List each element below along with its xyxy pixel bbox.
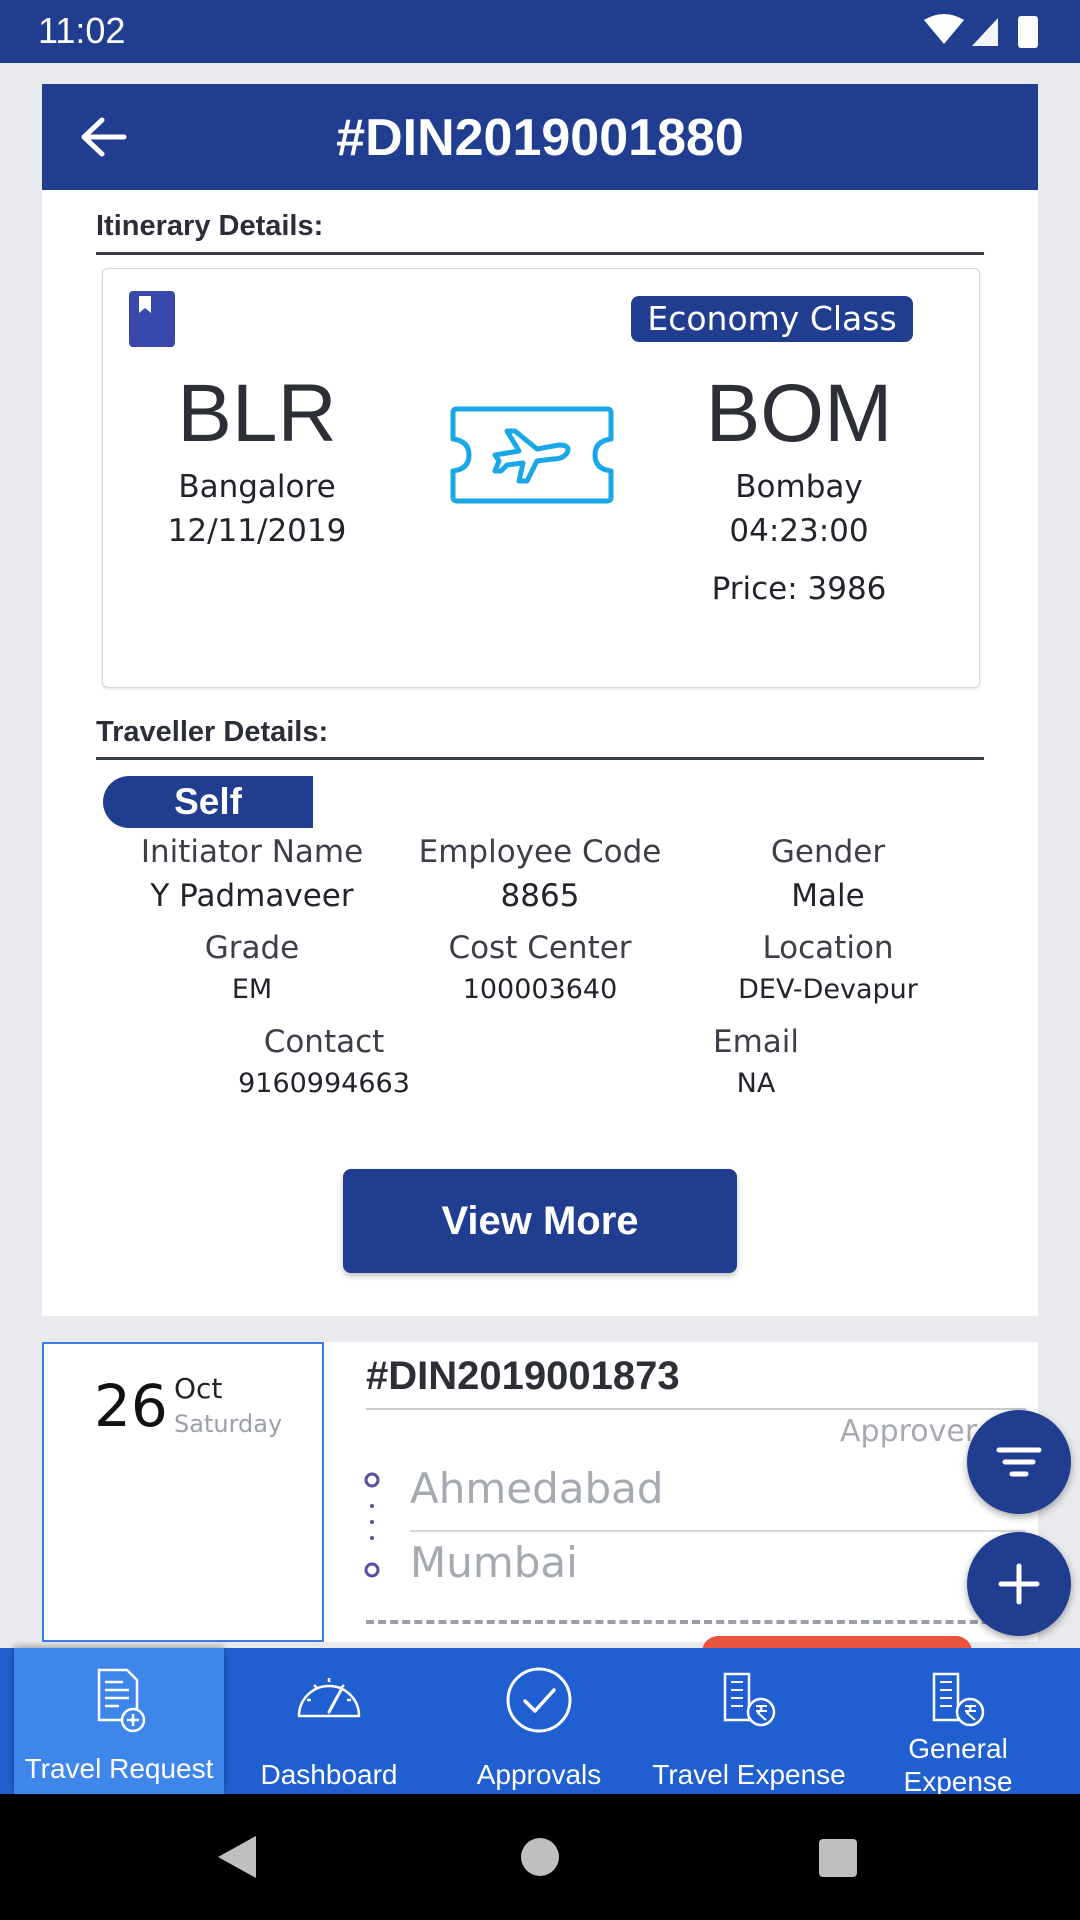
status-icons xyxy=(924,14,1038,48)
app-header: #DIN2019001880 xyxy=(42,84,1038,190)
speedometer-icon xyxy=(297,1678,361,1718)
from-city: Ahmedabad xyxy=(410,1464,664,1513)
date-box: 26 Oct Saturday xyxy=(42,1342,324,1642)
request-day: 26 xyxy=(94,1372,168,1440)
view-more-button[interactable]: View More xyxy=(343,1169,737,1273)
destination-city: Bombay xyxy=(735,469,863,505)
nav-label: Approvals xyxy=(476,1759,602,1790)
signal-icon xyxy=(972,18,998,46)
request-id: #DIN2019001873 xyxy=(366,1354,680,1398)
divider xyxy=(366,1408,1026,1410)
document-add-icon xyxy=(97,1668,146,1733)
initiator-name-label: Initiator Name xyxy=(140,834,364,870)
plus-icon xyxy=(998,1563,1040,1605)
cost-center-label: Cost Center xyxy=(448,930,632,966)
request-detail-card: Itinerary Details: Economy Class BLR Ban… xyxy=(42,190,1038,1316)
nav-approvals[interactable]: Approvals xyxy=(434,1648,644,1794)
building-rupee-icon xyxy=(723,1672,776,1727)
contact-label: Contact xyxy=(263,1024,385,1060)
system-nav-bar xyxy=(0,1794,1080,1920)
nav-label: Dashboard xyxy=(260,1759,398,1790)
grade-value: EM xyxy=(231,974,273,1005)
price: Price: 3986 xyxy=(711,571,887,607)
dashed-divider xyxy=(366,1620,1026,1624)
gender-label: Gender xyxy=(770,834,886,870)
destination-code: BOM xyxy=(705,368,893,459)
nav-recents-icon[interactable] xyxy=(818,1838,858,1878)
flight-ticket-icon xyxy=(450,406,614,504)
gender-value: Male xyxy=(791,878,865,914)
filter-button[interactable] xyxy=(967,1410,1071,1514)
building-rupee-icon xyxy=(932,1672,985,1727)
bookmark-icon xyxy=(129,291,175,347)
nav-dashboard[interactable]: Dashboard xyxy=(224,1648,434,1794)
location-value: DEV-Devapur xyxy=(738,974,918,1005)
email-value: NA xyxy=(736,1068,776,1099)
wifi-icon xyxy=(924,14,964,44)
traveller-type-tag: Self xyxy=(103,776,313,828)
route-dots-icon xyxy=(364,1472,380,1578)
divider xyxy=(96,252,984,255)
departure-date: 12/11/2019 xyxy=(167,513,347,549)
itinerary-box: Economy Class BLR Bangalore 12/11/2019 B… xyxy=(102,268,980,688)
status-bar: 11:02 xyxy=(0,0,1080,63)
employee-code-label: Employee Code xyxy=(418,834,662,870)
origin-city: Bangalore xyxy=(178,469,336,505)
add-request-button[interactable] xyxy=(967,1532,1071,1636)
nav-label: Travel Request xyxy=(24,1753,214,1784)
class-badge: Economy Class xyxy=(631,296,913,342)
location-label: Location xyxy=(762,930,894,966)
nav-home-icon[interactable] xyxy=(519,1836,561,1878)
bottom-nav: Travel Request Dashboard Approvals Trave… xyxy=(0,1648,1080,1797)
status-time: 11:02 xyxy=(38,10,126,51)
contact-value: 9160994663 xyxy=(238,1068,410,1099)
cost-center-value: 100003640 xyxy=(462,974,618,1005)
nav-travel-expense[interactable]: Travel Expense xyxy=(644,1648,854,1794)
battery-icon xyxy=(1018,16,1038,48)
divider xyxy=(410,1530,1026,1532)
nav-general-expense[interactable]: General Expense xyxy=(854,1648,1062,1797)
grade-label: Grade xyxy=(204,930,300,966)
to-city: Mumbai xyxy=(410,1538,578,1587)
nav-back-icon[interactable] xyxy=(216,1834,258,1880)
traveller-section-label: Traveller Details: xyxy=(96,716,329,748)
email-label: Email xyxy=(712,1024,799,1060)
itinerary-section-label: Itinerary Details: xyxy=(96,210,324,242)
employee-code-value: 8865 xyxy=(500,878,580,914)
check-circle-icon xyxy=(506,1667,572,1733)
filter-icon xyxy=(996,1447,1042,1477)
origin-code: BLR xyxy=(177,368,337,459)
arrival-time: 04:23:00 xyxy=(729,513,869,549)
nav-label: Travel Expense xyxy=(652,1759,846,1790)
nav-label: General Expense xyxy=(903,1733,1013,1797)
initiator-name-value: Y Padmaveer xyxy=(150,878,354,914)
nav-travel-request[interactable]: Travel Request xyxy=(14,1648,224,1794)
divider xyxy=(96,757,984,760)
request-list-item[interactable]: 26 Oct Saturday #DIN2019001873 Approver … xyxy=(42,1342,1038,1666)
request-month: Oct xyxy=(174,1372,223,1405)
page-title: #DIN2019001880 xyxy=(336,109,744,167)
request-weekday: Saturday xyxy=(174,1410,283,1438)
